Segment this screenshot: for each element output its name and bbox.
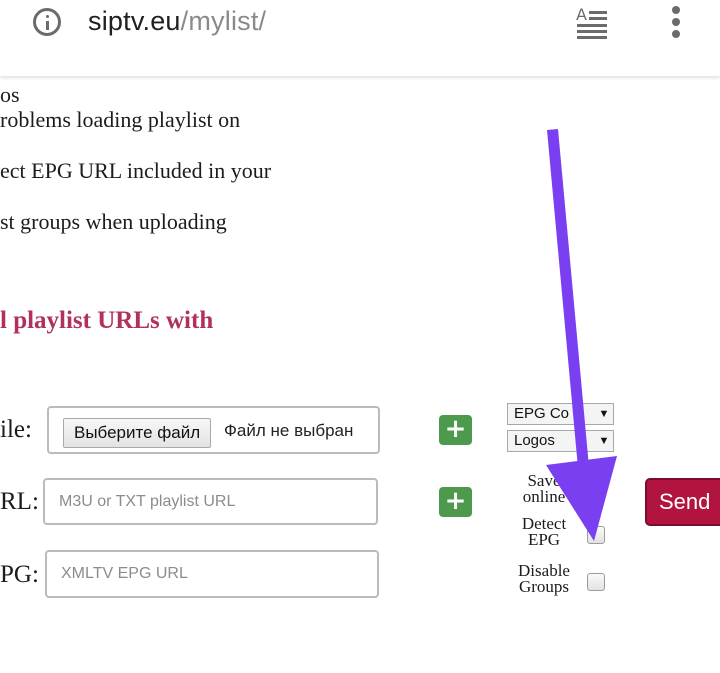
- browser-toolbar: siptv.eu/mylist/ A: [0, 0, 720, 76]
- detect-epg-label: Detect EPG: [512, 515, 576, 549]
- text-line: roblems loading playlist on: [0, 107, 241, 132]
- detect-epg-checkbox[interactable]: [587, 526, 605, 544]
- add-url-button[interactable]: +: [439, 487, 472, 517]
- disable-groups-checkbox[interactable]: [587, 573, 605, 591]
- playlist-url-input[interactable]: [45, 480, 376, 523]
- save-online-checkbox[interactable]: [587, 480, 605, 498]
- logos-select-value: Logos: [514, 432, 555, 449]
- file-status-text: Файл не выбран: [224, 421, 354, 440]
- overflow-menu-icon[interactable]: [668, 6, 684, 40]
- epg-label: PG:: [0, 561, 39, 588]
- choose-file-button[interactable]: Выберите файл: [63, 418, 212, 448]
- url-path: /mylist/: [180, 6, 267, 36]
- disable-groups-label: Disable Groups: [510, 562, 578, 596]
- info-icon[interactable]: [33, 8, 61, 36]
- epg-url-field[interactable]: [45, 550, 379, 598]
- playlist-url-field[interactable]: [43, 478, 378, 525]
- save-online-label-line2: online: [522, 487, 566, 506]
- text-line: os: [0, 82, 20, 107]
- annotation-arrow-shaft: [547, 129, 590, 479]
- file-label: ile:: [0, 416, 32, 443]
- chevron-down-icon: ▼: [595, 431, 613, 451]
- save-online-label: Save online: [512, 472, 576, 506]
- text-line: st groups when uploading: [0, 209, 227, 234]
- svg-text:A: A: [576, 5, 587, 24]
- epg-country-select-value: EPG Co: [514, 405, 570, 422]
- reader-mode-icon[interactable]: A: [575, 5, 609, 39]
- file-input[interactable]: Выберите файл Файл не выбран: [47, 406, 380, 454]
- logos-select[interactable]: Logos ▼: [507, 430, 614, 452]
- epg-country-select[interactable]: EPG Co ▼: [507, 403, 614, 425]
- epg-url-input[interactable]: [47, 552, 377, 596]
- text-line: ect EPG URL included in your: [0, 158, 272, 183]
- chevron-down-icon: ▼: [595, 404, 613, 424]
- url-domain: siptv.eu: [88, 6, 181, 36]
- disable-groups-label-line2: Groups: [518, 577, 570, 596]
- url-label: RL:: [0, 488, 39, 515]
- send-button[interactable]: Send: [645, 478, 720, 526]
- detect-epg-label-line2: EPG: [527, 530, 561, 549]
- address-bar[interactable]: siptv.eu/mylist/: [88, 6, 266, 37]
- add-file-button[interactable]: +: [439, 415, 472, 445]
- section-heading: l playlist URLs with: [0, 307, 214, 334]
